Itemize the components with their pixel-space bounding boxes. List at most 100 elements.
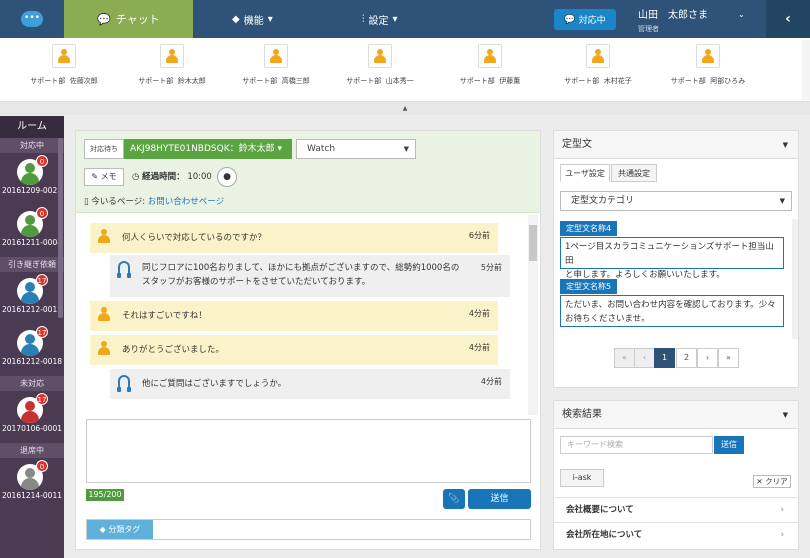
nav-tab-chat[interactable]: 💬 チャット: [64, 0, 193, 38]
room-sidebar: ルーム 対応中 0 20161209-0021 0 20161211-0004 引き…: [0, 116, 64, 558]
room-item[interactable]: 0 20161209-0021: [0, 153, 64, 205]
template-body[interactable]: ただいま、お問い合わせ内容を確認しております。少々 お待ちくださいませ。: [560, 295, 784, 327]
memo-button[interactable]: ✎ メモ: [84, 168, 124, 186]
chat-panel: 対応待ち AKJ98HYTE01NBDSQK：鈴木太郎 ▾ Watch ▼ ✎ …: [75, 130, 541, 550]
operator-item[interactable]: サポート部 木村花子: [548, 44, 648, 86]
chat-bubble-icon: •••: [21, 11, 43, 27]
tab-common-settings[interactable]: 共通設定: [611, 164, 657, 182]
page-first[interactable]: «: [614, 348, 635, 368]
operator-item[interactable]: サポート部 伊藤薫: [440, 44, 540, 86]
elapsed-time: ◷ 経過時間： 10:00: [132, 169, 212, 185]
chevron-right-icon: ›: [780, 530, 784, 540]
collapse-panel-button[interactable]: ‹: [766, 0, 810, 38]
section-away: 退席中: [0, 443, 64, 458]
nav-menu-functions[interactable]: ◆ 機能 ▾: [232, 0, 292, 38]
search-panel-title: 検索結果: [562, 409, 602, 420]
room-item[interactable]: 17 20170106-0001: [0, 391, 64, 443]
page-2[interactable]: 2: [676, 348, 697, 368]
clear-button[interactable]: ✕ クリア: [753, 475, 791, 488]
operator-avatar-icon: [696, 44, 720, 68]
template-name[interactable]: 定型文名称4: [560, 221, 618, 236]
operator-strip-scrollbar[interactable]: [802, 40, 810, 100]
caret-down-icon: ▼: [782, 411, 788, 419]
operator-item[interactable]: サポート部 阿部ひろみ: [658, 44, 758, 86]
attach-button[interactable]: 📎: [443, 489, 465, 509]
watch-select-value: Watch: [307, 144, 336, 154]
template-name[interactable]: 定型文名称5: [560, 279, 618, 294]
keyword-search-input[interactable]: キーワード検索: [560, 436, 713, 454]
room-select-button[interactable]: AKJ98HYTE01NBDSQK：鈴木太郎 ▾: [124, 139, 292, 159]
room-id: 20161214-0011: [2, 491, 62, 500]
send-button[interactable]: 送信: [468, 489, 531, 509]
search-result-item[interactable]: 会社所在地について ›: [554, 522, 798, 546]
page-last[interactable]: »: [718, 348, 739, 368]
caret-down-icon: ▾: [267, 13, 273, 25]
search-result-item[interactable]: 会社概要について ›: [554, 497, 798, 521]
operator-name: 木村花子: [603, 77, 632, 85]
user-role: 管理者: [638, 25, 659, 33]
scrollbar-thumb[interactable]: [529, 225, 537, 261]
room-id: 20161212-0017: [2, 305, 62, 314]
room-item[interactable]: 0 20161211-0004: [0, 205, 64, 257]
template-category-select[interactable]: 定型文カテゴリ ▼: [560, 191, 792, 211]
operator-item[interactable]: サポート部 高橋三郎: [226, 44, 326, 86]
unread-badge: 0: [36, 460, 48, 472]
caret-down-icon: ▾: [392, 13, 398, 25]
room-item[interactable]: 17 20161212-0017: [0, 272, 64, 324]
template-body-line: ただいま、お問い合わせ内容を確認しております。少々: [565, 300, 776, 310]
nav-menu-settings[interactable]: ⫶ 設定 ▾: [362, 0, 422, 38]
operator-avatar-icon: [368, 44, 392, 68]
page-prev[interactable]: ‹: [634, 348, 655, 368]
page-1[interactable]: 1: [654, 348, 675, 368]
operator-dept: サポート部: [564, 77, 600, 85]
tag-field[interactable]: ◆ 分類タグ: [86, 519, 531, 540]
template-scrollbar[interactable]: [792, 219, 798, 339]
operator-dept: サポート部: [242, 77, 278, 85]
current-page-link[interactable]: お問い合わせページ: [148, 197, 224, 207]
room-id: 20161209-0021: [2, 186, 62, 195]
tag-label-text: 分類タグ: [108, 525, 141, 534]
message-time: 4分前: [468, 343, 490, 352]
user-menu[interactable]: 山田 太郎さま 管理者 ⌄: [638, 6, 748, 34]
operator-item[interactable]: サポート部 鈴木太郎: [122, 44, 222, 86]
template-panel-header[interactable]: 定型文 ▼: [554, 131, 798, 159]
operator-message: 他にご質問はございますでしょうか。 4分前: [110, 369, 510, 399]
operator-avatar-icon: [586, 44, 610, 68]
collapse-operators-toggle[interactable]: ▲: [0, 102, 810, 115]
operator-name: 伊藤薫: [499, 77, 521, 85]
operator-dept: サポート部: [459, 77, 495, 85]
page-next[interactable]: ›: [697, 348, 718, 368]
room-id: 20170106-0001: [2, 424, 62, 433]
status-button[interactable]: 💬 対応中: [554, 9, 616, 30]
template-body[interactable]: 1ページ目スカラコミュニケーションズサポート担当山田 と申します。よろしくお願い…: [560, 237, 784, 280]
current-page: ▯ 今いるページ: お問い合わせページ: [84, 195, 224, 207]
iask-button[interactable]: i-ask: [560, 469, 604, 487]
unread-badge: 17: [36, 326, 48, 338]
message-list-scrollbar[interactable]: [528, 215, 538, 415]
chat-state-label: 対応待ち: [84, 139, 124, 159]
operator-name: 阿部ひろみ: [710, 77, 746, 85]
unread-badge: 17: [36, 393, 48, 405]
clock-icon: ◷: [132, 172, 143, 182]
room-item[interactable]: 0 20161214-0011: [0, 458, 64, 510]
search-panel-header[interactable]: 検索結果 ▼: [554, 401, 798, 429]
room-item[interactable]: 17 20161212-0018: [0, 324, 64, 376]
app-logo[interactable]: •••: [0, 0, 64, 38]
assign-user-button[interactable]: ●: [217, 167, 237, 187]
message-input[interactable]: [86, 419, 531, 483]
template-category-value: 定型文カテゴリ: [571, 196, 635, 206]
cubes-icon: ◆: [232, 13, 240, 25]
operator-item[interactable]: サポート部 佐藤次郎: [14, 44, 114, 86]
room-sidebar-scrollbar[interactable]: [58, 138, 63, 318]
headset-icon: [117, 375, 131, 392]
watch-select[interactable]: Watch ▼: [296, 139, 416, 159]
tab-user-settings[interactable]: ユーザ設定: [560, 164, 610, 182]
top-header: ••• 💬 チャット ◆ 機能 ▾ ⫶ 設定 ▾ 💬 対応中 山田 太郎さま 管…: [0, 0, 810, 38]
comments-icon: 💬: [564, 14, 576, 25]
caret-down-icon: ▾: [277, 144, 283, 154]
search-submit-button[interactable]: 送信: [714, 436, 744, 454]
operator-avatar-icon: [160, 44, 184, 68]
message-time: 4分前: [480, 377, 502, 386]
operator-item[interactable]: サポート部 山本秀一: [330, 44, 430, 86]
search-result-label: 会社概要について: [566, 505, 634, 515]
